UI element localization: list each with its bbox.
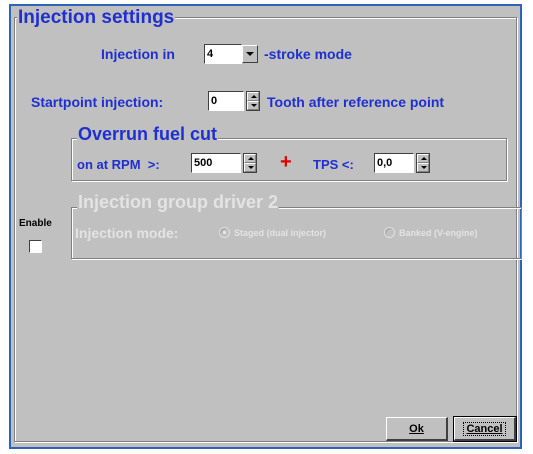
radio-staged-label: Staged (dual injector) bbox=[234, 228, 327, 238]
tps-spinner[interactable] bbox=[416, 153, 430, 173]
ok-button-label: Ok bbox=[409, 422, 424, 435]
radio-selected-dot bbox=[223, 231, 226, 234]
spin-up-button[interactable] bbox=[417, 154, 429, 163]
overrun-rpm-label: on at RPM >: bbox=[77, 157, 160, 172]
startpoint-value: 0 bbox=[211, 95, 218, 107]
group-driver-title: Injection group driver 2 bbox=[77, 191, 280, 213]
arrow-up-icon bbox=[251, 95, 257, 98]
enable-label: Enable bbox=[19, 218, 52, 229]
overrun-title: Overrun fuel cut bbox=[77, 123, 219, 145]
cancel-button[interactable]: Cancel bbox=[453, 416, 517, 442]
stroke-select-dropdown-button[interactable] bbox=[242, 45, 258, 63]
stroke-select[interactable]: 4 bbox=[204, 44, 242, 64]
arrow-up-icon bbox=[248, 157, 254, 160]
startpoint-spinner[interactable] bbox=[246, 91, 260, 111]
rpm-input[interactable]: 500 bbox=[191, 153, 241, 173]
overrun-tps-label: TPS <: bbox=[313, 157, 354, 172]
enable-checkbox[interactable] bbox=[29, 240, 42, 253]
radio-banked-label: Banked (V-engine) bbox=[399, 228, 478, 238]
rpm-spinner[interactable] bbox=[243, 153, 257, 173]
spin-up-button[interactable] bbox=[244, 154, 256, 163]
ok-button[interactable]: Ok bbox=[386, 417, 448, 441]
rpm-value: 500 bbox=[194, 157, 213, 169]
spin-down-button[interactable] bbox=[247, 101, 259, 110]
tps-input[interactable]: 0,0 bbox=[374, 153, 414, 173]
injection-mode-label: Injection mode: bbox=[75, 225, 179, 241]
injection-mode-suffix-label: -stroke mode bbox=[264, 46, 352, 62]
chevron-down-icon bbox=[246, 52, 254, 56]
arrow-down-icon bbox=[421, 166, 427, 169]
startpoint-label: Startpoint injection: bbox=[31, 94, 164, 110]
cancel-button-label: Cancel bbox=[463, 421, 506, 436]
spin-up-button[interactable] bbox=[247, 92, 259, 101]
spin-down-button[interactable] bbox=[417, 163, 429, 172]
arrow-up-icon bbox=[421, 157, 427, 160]
arrow-down-icon bbox=[251, 104, 257, 107]
arrow-down-icon bbox=[248, 166, 254, 169]
plus-sign: + bbox=[280, 151, 292, 173]
startpoint-input[interactable]: 0 bbox=[208, 91, 244, 111]
radio-banked[interactable] bbox=[384, 227, 395, 238]
injection-mode-prefix-label: Injection in bbox=[101, 46, 175, 62]
dialog-title: Injection settings bbox=[17, 7, 176, 29]
injection-settings-dialog: Injection settings Injection in 4 -strok… bbox=[9, 4, 522, 449]
startpoint-suffix-label: Tooth after reference point bbox=[267, 94, 445, 110]
spin-down-button[interactable] bbox=[244, 163, 256, 172]
stroke-select-value: 4 bbox=[207, 48, 214, 60]
radio-staged[interactable] bbox=[219, 227, 230, 238]
tps-value: 0,0 bbox=[377, 157, 393, 169]
